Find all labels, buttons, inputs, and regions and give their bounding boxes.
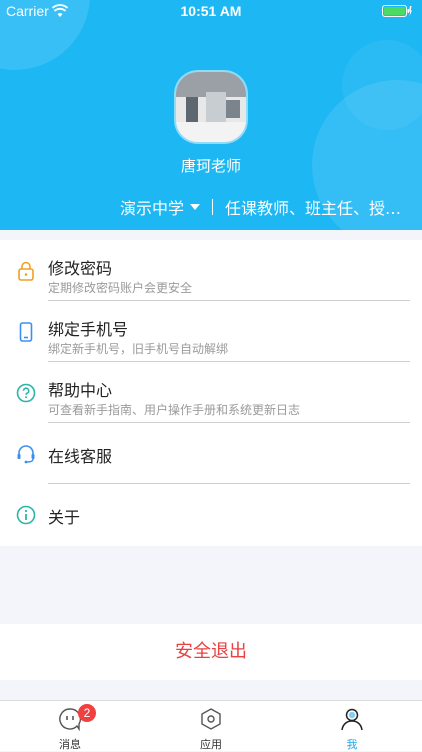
help-icon: [16, 383, 36, 403]
info-icon: [16, 505, 36, 525]
battery-icon: [382, 5, 412, 17]
menu-item-online-service[interactable]: 在线客服: [0, 423, 422, 484]
menu-item-bind-phone[interactable]: 绑定手机号 绑定新手机号，旧手机号自动解绑: [0, 301, 422, 362]
tab-bar: 2 消息 应用 我: [0, 700, 422, 751]
status-bar: Carrier 10:51 AM: [0, 0, 422, 22]
school-selector[interactable]: 演示中学: [120, 195, 184, 219]
lock-icon: [18, 261, 34, 281]
menu-item-help-center[interactable]: 帮助中心 可查看新手指南、用户操作手册和系统更新日志: [0, 362, 422, 423]
tab-messages[interactable]: 2 消息: [0, 701, 140, 751]
divider: [212, 199, 214, 215]
logout-button[interactable]: 安全退出: [0, 624, 422, 680]
menu-item-title: 关于: [48, 508, 81, 527]
settings-menu: 修改密码 定期修改密码账户会更安全 绑定手机号 绑定新手机号，旧手机号自动解绑 …: [0, 240, 422, 546]
menu-item-subtitle: 可查看新手指南、用户操作手册和系统更新日志: [48, 403, 301, 417]
decor-circle: [342, 40, 422, 130]
profile-icon: [341, 708, 363, 731]
unread-badge: 2: [78, 704, 96, 722]
teacher-name: 唐珂老师: [180, 157, 241, 175]
tab-apps[interactable]: 应用: [141, 701, 281, 751]
menu-item-title: 修改密码: [48, 259, 113, 278]
dropdown-arrow-icon[interactable]: [190, 204, 201, 210]
headset-icon: [17, 445, 35, 464]
menu-item-subtitle: 定期修改密码账户会更安全: [48, 281, 193, 295]
menu-item-title: 绑定手机号: [48, 320, 129, 339]
school-role-row[interactable]: 演示中学 任课教师、班主任、授权...: [120, 196, 415, 218]
menu-item-subtitle: 绑定新手机号，旧手机号自动解绑: [48, 342, 229, 356]
apps-icon: [201, 708, 221, 730]
clock: 10:51 AM: [180, 3, 242, 19]
profile-header: Carrier 10:51 AM 唐珂老师 演示中学 任课教师、班主任、授权..…: [0, 0, 422, 230]
roles-label: 任课教师、班主任、授权...: [225, 199, 416, 218]
menu-item-about[interactable]: 关于: [0, 484, 422, 545]
menu-item-title: 帮助中心: [48, 381, 113, 400]
menu-item-change-password[interactable]: 修改密码 定期修改密码账户会更安全: [0, 240, 422, 301]
avatar[interactable]: [176, 72, 246, 142]
phone-icon: [19, 322, 33, 342]
tab-me[interactable]: 我: [282, 701, 422, 751]
menu-item-title: 在线客服: [48, 447, 113, 466]
